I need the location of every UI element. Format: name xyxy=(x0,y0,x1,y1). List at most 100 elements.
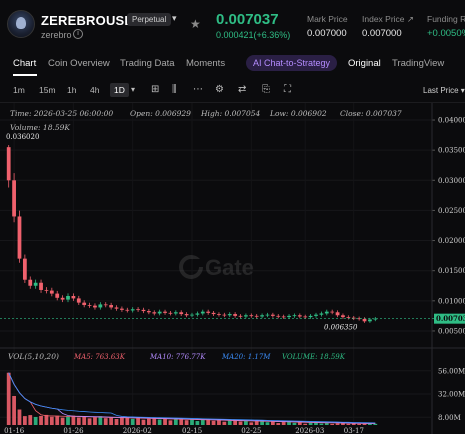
volume-bar xyxy=(200,420,205,425)
time-tick-label: 02-15 xyxy=(182,427,202,434)
price-tick-label: 0.015000 xyxy=(438,267,465,275)
content-tabs: Chart Coin Overview Trading Data Moments… xyxy=(0,54,465,76)
candle xyxy=(17,216,22,259)
candle xyxy=(249,315,254,317)
time-tick-label: 03-17 xyxy=(344,427,364,434)
volume-bar xyxy=(308,422,313,425)
volume-bar xyxy=(103,418,108,425)
volume-bar xyxy=(82,416,87,425)
price-tick-label: 0.035000 xyxy=(438,147,465,155)
index-price-label[interactable]: Index Price ↗ xyxy=(362,14,414,25)
candle xyxy=(211,312,216,315)
volume-ma20: MA20: 1.17M xyxy=(221,353,271,361)
candle xyxy=(22,258,27,280)
draw-tool-icon[interactable]: ⋯ xyxy=(193,84,203,95)
fullscreen-icon[interactable]: ⛶ xyxy=(284,84,291,95)
volume-bar xyxy=(157,419,162,425)
mark-price-label: Mark Price xyxy=(307,14,348,24)
high-marker: 0.036020 xyxy=(6,133,39,141)
volume-bar xyxy=(87,418,92,425)
price-chart[interactable]: Gate Time: 2026-03-25 06:00:00 Open: 0.0… xyxy=(0,103,465,434)
tab-chart[interactable]: Chart xyxy=(13,58,36,69)
token-avatar xyxy=(7,10,35,38)
volume-bar xyxy=(141,419,146,425)
indicator-icon[interactable]: ⊞ xyxy=(151,84,159,95)
ohlc-open: Open: 0.006929 xyxy=(130,109,191,118)
candle xyxy=(82,302,87,306)
volume-bar xyxy=(33,416,38,425)
time-tick-label: 01-26 xyxy=(63,427,84,434)
candle xyxy=(303,316,308,318)
candle xyxy=(244,315,248,317)
candle xyxy=(281,316,286,318)
tab-ai-chat-to-strategy[interactable]: AI Chat-to-Strategy xyxy=(246,55,338,71)
volume-bar xyxy=(173,419,178,425)
candle xyxy=(114,307,119,309)
volume-tick-label: 8.00M xyxy=(438,414,461,422)
candle xyxy=(71,295,76,299)
last-price: 0.007037 xyxy=(216,11,279,28)
volume-bar xyxy=(292,422,297,425)
volume-bar xyxy=(335,423,340,425)
tab-trading-data[interactable]: Trading Data xyxy=(120,58,175,69)
settings-icon[interactable]: ⚙ xyxy=(215,84,224,95)
volume-ma5: MA5: 763.63K xyxy=(73,353,126,361)
candle xyxy=(44,289,49,291)
candle xyxy=(66,295,70,300)
volume-bar xyxy=(346,423,351,425)
candle xyxy=(130,309,135,311)
volume-bar xyxy=(66,416,70,425)
volume-tick-label: 56.00M xyxy=(438,367,465,375)
screenshot-icon[interactable]: ⎘ xyxy=(262,84,270,95)
candle xyxy=(227,314,232,316)
interval-1d[interactable]: 1D xyxy=(110,83,129,97)
candle xyxy=(146,311,151,313)
interval-15m[interactable]: 15m xyxy=(39,85,56,95)
tab-moments[interactable]: Moments xyxy=(186,58,225,69)
candle xyxy=(190,314,194,316)
compare-icon[interactable]: ⇄ xyxy=(238,84,246,95)
volume-indicator-label: VOL(5,10,20) xyxy=(8,352,59,361)
candle-type-icon[interactable]: ⫼ xyxy=(172,84,177,95)
symbol-dropdown-icon[interactable]: ▾ xyxy=(172,13,177,24)
volume-axis: 56.00M 32.00M 8.00M xyxy=(0,367,465,422)
candle xyxy=(335,312,340,316)
candle xyxy=(109,305,114,308)
candle xyxy=(308,315,313,318)
volume-bar xyxy=(60,417,65,425)
time-axis: 01-16 01-26 2026-02 02-15 02-25 2026-03 03-17 xyxy=(4,427,364,434)
last-price-selector-label: Last Price xyxy=(423,86,459,95)
last-price-selector[interactable]: Last Price ▾ xyxy=(423,86,465,95)
more-intervals-icon[interactable]: ▾ xyxy=(131,85,135,94)
tab-original[interactable]: Original xyxy=(348,58,381,69)
volume-bar xyxy=(44,414,49,425)
volume-bar xyxy=(281,422,286,425)
volume-bar xyxy=(55,415,60,425)
funding-rate-label: Funding Ra xyxy=(427,14,465,24)
volume-bar xyxy=(249,422,254,425)
volume-bar xyxy=(211,420,216,425)
candle xyxy=(12,180,16,217)
price-tick-label: 0.020000 xyxy=(438,237,465,245)
volume-bar xyxy=(163,418,167,425)
volume-tick-label: 32.00M xyxy=(438,391,465,399)
candle xyxy=(346,317,351,318)
candle xyxy=(270,314,275,316)
interval-1h[interactable]: 1h xyxy=(67,85,76,95)
tab-coin-overview[interactable]: Coin Overview xyxy=(48,58,110,69)
header: ZEREBROUSDT Perpetual ▾ zerebro i ★ 0.00… xyxy=(0,0,465,50)
volume-bar xyxy=(114,419,119,425)
interval-4h[interactable]: 4h xyxy=(90,85,99,95)
candle xyxy=(33,282,38,286)
volume-bar xyxy=(146,418,151,425)
favorite-star-icon[interactable]: ★ xyxy=(190,17,201,31)
candle xyxy=(157,311,162,314)
info-icon[interactable]: i xyxy=(73,29,83,39)
tab-tradingview[interactable]: TradingView xyxy=(392,58,444,69)
candle xyxy=(319,313,324,315)
candle xyxy=(260,315,264,317)
candle xyxy=(287,315,291,318)
interval-1m[interactable]: 1m xyxy=(13,85,25,95)
candle xyxy=(136,309,140,311)
volume-bar xyxy=(6,372,11,425)
